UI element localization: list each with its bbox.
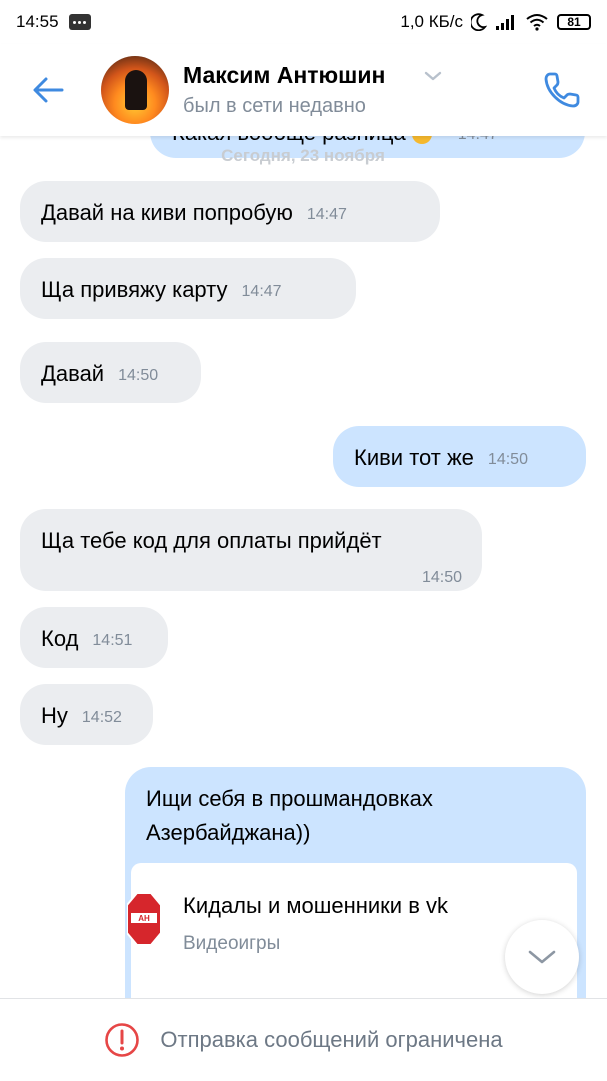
signal-icon bbox=[496, 15, 514, 30]
network-speed: 1,0 КБ/с bbox=[400, 12, 463, 31]
message-list[interactable]: Какая вообще разница 14:47 Сегодня, 23 н… bbox=[0, 136, 607, 998]
message-bubble-incoming[interactable]: Ну 14:52 bbox=[20, 684, 153, 745]
notification-dots-icon bbox=[68, 14, 91, 30]
message-text: Давай на киви попробую bbox=[41, 200, 293, 225]
message-time: 14:47 bbox=[458, 136, 498, 150]
chevron-down-icon[interactable] bbox=[424, 70, 442, 82]
message-time: 14:50 bbox=[118, 367, 159, 384]
phone-icon[interactable] bbox=[540, 68, 584, 112]
back-arrow-icon[interactable] bbox=[28, 70, 68, 110]
warning-icon bbox=[105, 1023, 140, 1057]
message-time: 14:50 bbox=[487, 451, 528, 468]
message-bubble-incoming[interactable]: Ща тебе код для оплаты прийдёт 14:50 bbox=[20, 509, 482, 591]
contact-status: был в сети недавно bbox=[183, 95, 366, 117]
message-time: 14:50 bbox=[421, 569, 462, 586]
chevron-down-icon bbox=[528, 950, 556, 964]
message-bubble-incoming[interactable]: Код 14:51 bbox=[20, 607, 168, 668]
message-time: 14:51 bbox=[92, 632, 133, 649]
message-bubble-incoming[interactable]: Ща привяжу карту 14:47 bbox=[20, 258, 356, 319]
message-bubble-incoming[interactable]: Давай на киви попробую 14:47 bbox=[20, 181, 440, 242]
message-time: 14:47 bbox=[241, 283, 282, 300]
message-time: 14:47 bbox=[306, 206, 347, 223]
message-bubble-incoming[interactable]: Давай 14:50 bbox=[20, 342, 201, 403]
emoji-icon bbox=[411, 136, 432, 144]
attachment-title: Кидалы и мошенники в vk bbox=[183, 893, 448, 918]
moon-icon bbox=[471, 13, 487, 31]
message-text: Киви тот же bbox=[354, 445, 474, 470]
attachment-subtitle: Видеоигры bbox=[183, 933, 281, 954]
message-text: Ща привяжу карту bbox=[41, 277, 228, 302]
message-text: Давай bbox=[41, 361, 105, 386]
message-bubble-outgoing[interactable]: Киви тот же 14:50 bbox=[333, 426, 586, 487]
message-text-line1: Ищи себя в прошмандовках bbox=[146, 786, 433, 811]
date-separator: Сегодня, 23 ноября bbox=[221, 146, 385, 165]
contact-name[interactable]: Максим Антюшин bbox=[183, 62, 385, 89]
message-time: 14:52 bbox=[81, 709, 122, 726]
svg-text:АН: АН bbox=[138, 914, 150, 923]
scroll-down-button[interactable] bbox=[505, 920, 579, 994]
message-text: Код bbox=[41, 626, 79, 651]
avatar[interactable] bbox=[101, 56, 169, 124]
status-time: 14:55 bbox=[16, 12, 59, 31]
battery-icon: 81 bbox=[557, 14, 591, 30]
restriction-message: Отправка сообщений ограничена bbox=[160, 1027, 503, 1052]
stop-sign-icon: АН bbox=[127, 892, 161, 946]
composer-disabled-bar: Отправка сообщений ограничена bbox=[0, 998, 607, 1081]
message-text: Ща тебе код для оплаты прийдёт bbox=[41, 528, 382, 553]
status-bar: 14:55 1,0 КБ/с 81 bbox=[0, 0, 607, 44]
message-text-line2: Азербайджана)) bbox=[146, 820, 311, 845]
link-attachment[interactable]: АН Кидалы и мошенники в vk Видеоигры bbox=[127, 863, 577, 998]
message-text: Ну bbox=[41, 703, 68, 728]
chat-header: Максим Антюшин был в сети недавно bbox=[0, 44, 607, 136]
wifi-icon bbox=[526, 14, 548, 31]
